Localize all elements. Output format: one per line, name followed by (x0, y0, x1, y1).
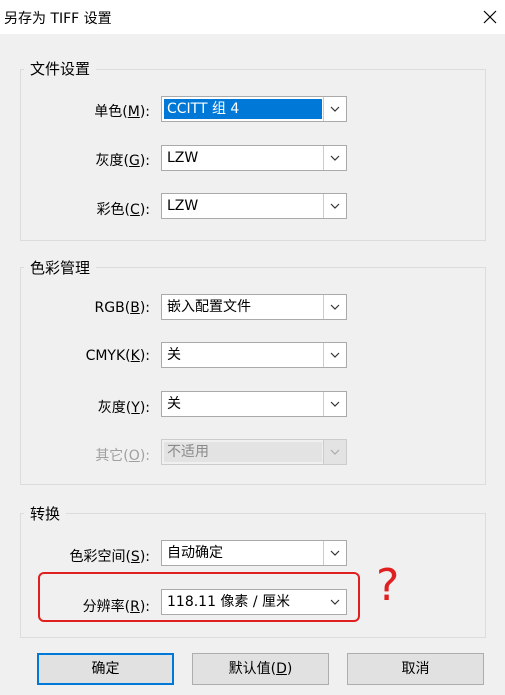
chevron-down-icon (330, 352, 340, 358)
gray-profile-value: 关 (167, 396, 181, 412)
colorspace-label: 色彩空间(S): (69, 549, 150, 565)
gray-compression-value: LZW (167, 150, 199, 166)
color-dropdown-button[interactable] (323, 194, 346, 218)
title-bar: 另存为 TIFF 设置 (0, 0, 505, 34)
gray-profile-dropdown-button[interactable] (323, 392, 346, 416)
colorspace-select[interactable]: 自动确定 (161, 540, 347, 566)
rgb-profile-select[interactable]: 嵌入配置文件 (161, 294, 347, 320)
ok-button[interactable]: 确定 (37, 653, 174, 685)
other-profile-value: 不适用 (164, 442, 322, 462)
annotation-highlight-box (38, 572, 360, 622)
color-compression-value: LZW (167, 198, 199, 214)
gray-profile-select[interactable]: 关 (161, 391, 347, 417)
cmyk-profile-value: 关 (167, 347, 181, 363)
chevron-down-icon (330, 106, 340, 112)
chevron-down-icon (330, 550, 340, 556)
colorspace-value: 自动确定 (167, 545, 223, 561)
close-button[interactable] (475, 0, 505, 34)
color-management-title: 色彩管理 (24, 257, 97, 278)
file-settings-title: 文件设置 (24, 58, 97, 79)
conversion-title: 转换 (24, 503, 67, 524)
chevron-down-icon (330, 203, 340, 209)
close-icon (483, 10, 497, 24)
defaults-button[interactable]: 默认值(D) (192, 653, 329, 685)
rgb-profile-value: 嵌入配置文件 (167, 299, 251, 315)
other-dropdown-button (323, 440, 346, 464)
gray-dropdown-button[interactable] (323, 146, 346, 170)
chevron-down-icon (330, 401, 340, 407)
cmyk-label: CMYK(K): (85, 348, 150, 364)
chevron-down-icon (330, 449, 340, 455)
other-profile-select: 不适用 (161, 439, 347, 465)
chevron-down-icon (330, 304, 340, 310)
gray-label: 灰度(G): (95, 153, 150, 169)
gray-profile-label: 灰度(Y): (97, 400, 150, 416)
mono-compression-select[interactable]: CCITT 组 4 (161, 96, 347, 122)
gray-compression-select[interactable]: LZW (161, 145, 347, 171)
cmyk-dropdown-button[interactable] (323, 343, 346, 367)
other-label: 其它(O): (95, 448, 150, 464)
cmyk-profile-select[interactable]: 关 (161, 342, 347, 368)
color-label: 彩色(C): (96, 202, 150, 218)
color-compression-select[interactable]: LZW (161, 193, 347, 219)
rgb-label: RGB(B): (94, 300, 150, 316)
rgb-dropdown-button[interactable] (323, 295, 346, 319)
colorspace-dropdown-button[interactable] (323, 541, 346, 565)
cancel-button[interactable]: 取消 (347, 653, 484, 685)
chevron-down-icon (330, 155, 340, 161)
annotation-question-mark: ? (376, 560, 400, 611)
mono-dropdown-button[interactable] (323, 97, 346, 121)
mono-compression-value: CCITT 组 4 (164, 99, 322, 119)
mono-label: 单色(M): (94, 104, 150, 120)
window-title: 另存为 TIFF 设置 (4, 11, 112, 27)
